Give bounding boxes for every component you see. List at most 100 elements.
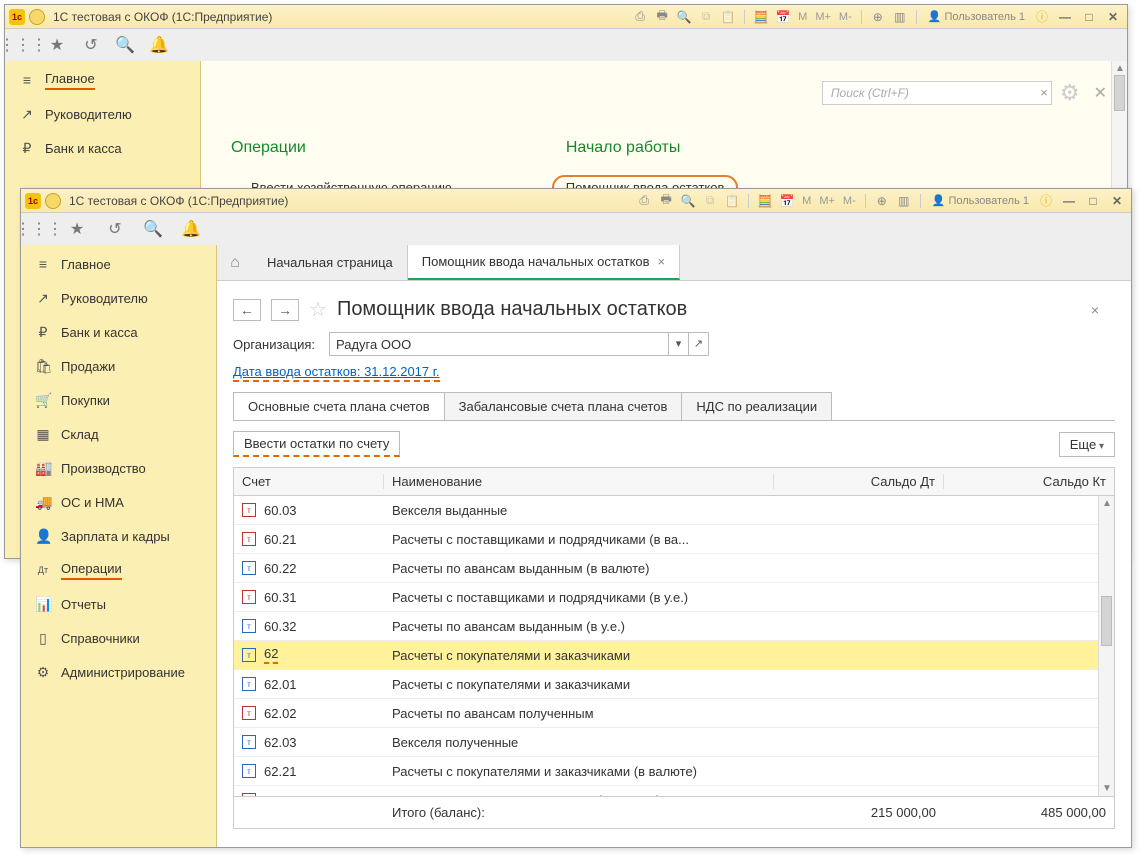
copy-icon[interactable]: ⧉ [701,192,719,210]
sidebar-item[interactable]: 🛍Продажи [21,349,216,383]
calculator-icon[interactable]: 🧮 [756,192,774,210]
table-row[interactable]: т60.03Векселя выданные [234,496,1114,525]
col-account[interactable]: Счет [234,474,384,489]
zoom-icon[interactable]: ⊕ [873,192,891,210]
search-icon[interactable]: 🔍 [141,217,165,241]
print-icon[interactable]: 🖶 [657,192,675,210]
search-icon[interactable]: 🔍 [113,33,137,57]
minimize-button[interactable]: — [1055,9,1075,25]
sidebar-item[interactable]: 🛒Покупки [21,383,216,417]
sidebar-item[interactable]: ▯Справочники [21,621,216,655]
grid-scrollbar[interactable]: ▲ ▼ [1098,496,1114,796]
org-open-button[interactable]: ↗ [688,333,708,355]
info-icon[interactable]: ⓘ [1037,192,1055,210]
sidebar-item[interactable]: ₽Банк и касса [5,131,200,165]
memory-mminus-button[interactable]: M- [837,11,854,23]
sidebar-item[interactable]: ↗Руководителю [5,97,200,131]
apps-icon[interactable]: ⋮⋮⋮ [11,33,35,57]
table-row[interactable]: т62.21Расчеты с покупателями и заказчика… [234,757,1114,786]
zoom-icon[interactable]: ⊕ [869,8,887,26]
sidebar-item[interactable]: ≡Главное [5,63,200,97]
user-box[interactable]: 👤Пользователь 1 [924,10,1029,23]
calendar-icon[interactable]: 📅 [774,8,792,26]
sidebar-item[interactable]: ₽Банк и касса [21,315,216,349]
org-dropdown-button[interactable]: ▾ [668,333,688,355]
table-row[interactable]: т60.32Расчеты по авансам выданным (в у.е… [234,612,1114,641]
memory-mplus-button[interactable]: M+ [817,195,837,207]
col-debit[interactable]: Сальдо Дт [774,474,944,489]
sidebar-item[interactable]: ↗Руководителю [21,281,216,315]
table-row[interactable]: т62.03Векселя полученные [234,728,1114,757]
close-button[interactable]: ✕ [1107,193,1127,209]
panel-icon[interactable]: ▥ [895,192,913,210]
favorite-star-icon[interactable]: ☆ [309,297,327,322]
tab-close-icon[interactable]: × [658,254,666,269]
preview-icon[interactable]: 🔍 [675,8,693,26]
close-content-button[interactable]: ✕ [1094,83,1107,103]
hor-tab[interactable]: Основные счета плана счетов [233,392,445,420]
more-button[interactable]: Еще [1059,432,1115,457]
scroll-thumb[interactable] [1101,596,1112,646]
search-clear-button[interactable]: × [1040,85,1048,100]
table-row[interactable]: т62.01Расчеты с покупателями и заказчика… [234,670,1114,699]
preview-icon[interactable]: 🔍 [679,192,697,210]
maximize-button[interactable]: □ [1083,193,1103,209]
table-row[interactable]: т62Расчеты с покупателями и заказчиками [234,641,1114,670]
col-name[interactable]: Наименование [384,474,774,489]
sidebar-item[interactable]: 🏭Производство [21,451,216,485]
scroll-up-icon[interactable]: ▲ [1115,63,1125,74]
memory-mplus-button[interactable]: M+ [813,11,833,23]
printer-icon[interactable]: ⎙ [631,8,649,26]
calculator-icon[interactable]: 🧮 [752,8,770,26]
nav-back-button[interactable]: ← [233,299,261,321]
org-input[interactable]: Радуга ООО ▾ ↗ [329,332,709,356]
star-icon[interactable]: ★ [65,217,89,241]
page-close-button[interactable]: × [1091,302,1099,318]
round-menu-icon[interactable] [45,193,61,209]
col-credit[interactable]: Сальдо Кт [944,474,1114,489]
bell-icon[interactable]: 🔔 [179,217,203,241]
enter-balance-button[interactable]: Ввести остатки по счету [233,431,400,457]
paste-icon[interactable]: 📋 [719,8,737,26]
scroll-down-icon[interactable]: ▼ [1102,783,1112,794]
hor-tab[interactable]: НДС по реализации [681,392,832,420]
table-row[interactable]: т60.31Расчеты с поставщиками и подрядчик… [234,583,1114,612]
table-row[interactable]: т60.22Расчеты по авансам выданным (в вал… [234,554,1114,583]
nav-forward-button[interactable]: → [271,299,299,321]
history-icon[interactable]: ↺ [103,217,127,241]
hor-tab[interactable]: Забалансовые счета плана счетов [444,392,683,420]
calendar-icon[interactable]: 📅 [778,192,796,210]
user-box[interactable]: 👤Пользователь 1 [928,194,1033,207]
minimize-button[interactable]: — [1059,193,1079,209]
sidebar-item[interactable]: ≡Главное [21,247,216,281]
scroll-up-icon[interactable]: ▲ [1102,498,1112,509]
date-link[interactable]: Дата ввода остатков: 31.12.2017 г. [233,364,440,382]
memory-mminus-button[interactable]: M- [841,195,858,207]
paste-icon[interactable]: 📋 [723,192,741,210]
memory-m-button[interactable]: M [796,11,809,23]
panel-icon[interactable]: ▥ [891,8,909,26]
sidebar-item[interactable]: 🚚ОС и НМА [21,485,216,519]
home-icon[interactable]: ⌂ [217,254,253,272]
scroll-thumb[interactable] [1114,75,1125,111]
table-row[interactable]: т62.22Расчеты по авансам полученным (в в… [234,786,1114,796]
sidebar-item[interactable]: ⚙Администрирование [21,655,216,689]
table-row[interactable]: т60.21Расчеты с поставщиками и подрядчик… [234,525,1114,554]
star-icon[interactable]: ★ [45,33,69,57]
close-button[interactable]: ✕ [1103,9,1123,25]
sidebar-item[interactable]: ▦Склад [21,417,216,451]
print-icon[interactable]: 🖶 [653,8,671,26]
sidebar-item[interactable]: 👤Зарплата и кадры [21,519,216,553]
tab-home-page[interactable]: Начальная страница [253,245,408,280]
table-row[interactable]: т62.02Расчеты по авансам полученным [234,699,1114,728]
printer-icon[interactable]: ⎙ [635,192,653,210]
apps-icon[interactable]: ⋮⋮⋮ [27,217,51,241]
round-menu-icon[interactable] [29,9,45,25]
bell-icon[interactable]: 🔔 [147,33,171,57]
history-icon[interactable]: ↺ [79,33,103,57]
gear-icon[interactable]: ⚙ [1060,80,1080,106]
sidebar-item[interactable]: 📊Отчеты [21,587,216,621]
tab-balances-assistant[interactable]: Помощник ввода начальных остатков × [408,245,680,280]
maximize-button[interactable]: □ [1079,9,1099,25]
info-icon[interactable]: ⓘ [1033,8,1051,26]
